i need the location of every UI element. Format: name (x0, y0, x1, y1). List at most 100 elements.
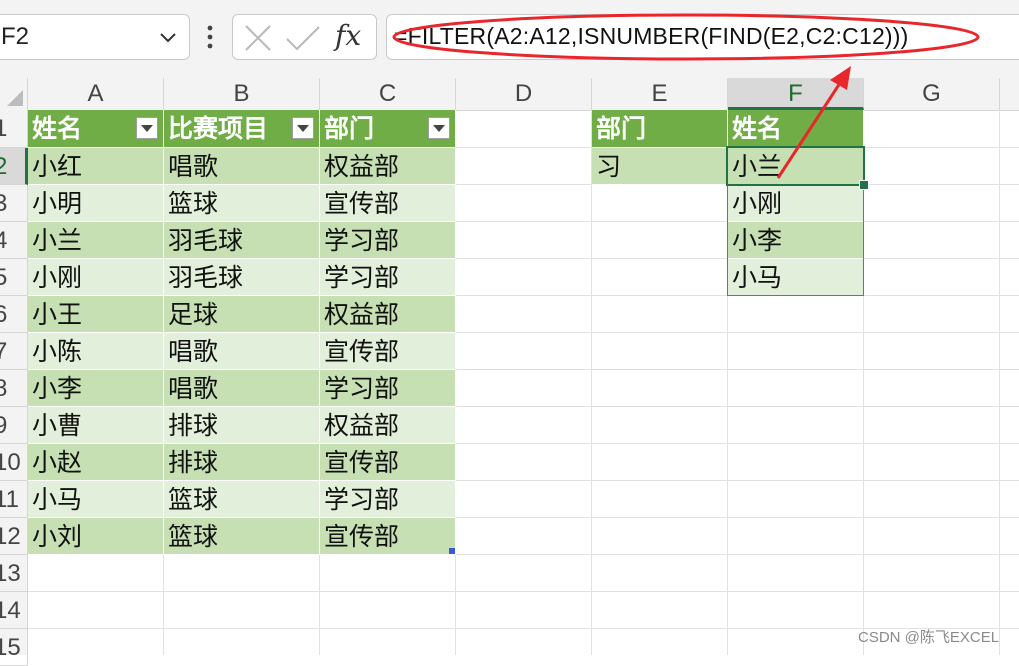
criteria-value-cell[interactable]: 习 (592, 148, 728, 185)
table-cell[interactable]: 小刚 (28, 259, 164, 296)
table-cell[interactable]: 宣传部 (320, 333, 456, 370)
table-cell[interactable]: 小兰 (28, 222, 164, 259)
table-header-cell[interactable]: 部门 (320, 110, 456, 148)
row-header-9[interactable]: 9 (0, 407, 28, 444)
row-header-7[interactable]: 7 (0, 333, 28, 370)
table-cell[interactable]: 唱歌 (164, 148, 320, 185)
filter-dropdown-icon[interactable] (292, 117, 314, 139)
table-cell[interactable]: 排球 (164, 444, 320, 481)
more-options-icon[interactable] (203, 20, 217, 54)
table-cell[interactable]: 权益部 (320, 296, 456, 333)
formula-text: =FILTER(A2:A12,ISNUMBER(FIND(E2,C2:C12))… (394, 23, 909, 49)
fill-handle[interactable] (859, 180, 869, 190)
filter-dropdown-icon[interactable] (136, 117, 158, 139)
row-headers: 123456789101112131415 (0, 110, 28, 666)
table-cell[interactable]: 权益部 (320, 407, 456, 444)
row-header-1[interactable]: 1 (0, 110, 28, 148)
table-cell[interactable]: 小赵 (28, 444, 164, 481)
gridline-horizontal (28, 591, 1019, 592)
table-cell-text: 学习部 (324, 485, 400, 514)
column-header-G[interactable]: G (864, 78, 1000, 110)
result-cell[interactable]: 小马 (728, 259, 864, 296)
table-cell[interactable]: 足球 (164, 296, 320, 333)
insert-function-icon[interactable]: fx (335, 19, 361, 52)
table-cell[interactable]: 权益部 (320, 148, 456, 185)
formula-bar-area: F2 fx =FILTER(A2:A12,ISNUMBER(FIND(E2,C2… (0, 0, 1019, 78)
filter-dropdown-icon[interactable] (428, 117, 450, 139)
table-cell-text: 篮球 (168, 189, 219, 218)
row-header-4[interactable]: 4 (0, 222, 28, 259)
formula-buttons: fx (232, 14, 377, 60)
table-cell[interactable]: 羽毛球 (164, 259, 320, 296)
table-cell[interactable]: 唱歌 (164, 333, 320, 370)
column-header-A[interactable]: A (28, 78, 164, 110)
row-header-3[interactable]: 3 (0, 185, 28, 222)
criteria-value-cell-text: 习 (596, 152, 622, 181)
row-header-12[interactable]: 12 (0, 518, 28, 555)
table-cell[interactable]: 小马 (28, 481, 164, 518)
column-header-B[interactable]: B (164, 78, 320, 110)
column-header-C[interactable]: C (320, 78, 456, 110)
row-header-8[interactable]: 8 (0, 370, 28, 407)
table-cell[interactable]: 唱歌 (164, 370, 320, 407)
table-cell-text: 宣传部 (324, 448, 400, 477)
table-header-cell[interactable]: 比赛项目 (164, 110, 320, 148)
result-header-cell[interactable]: 姓名 (728, 110, 864, 148)
row-header-2[interactable]: 2 (0, 148, 28, 185)
table-cell[interactable]: 小陈 (28, 333, 164, 370)
select-all-corner[interactable] (0, 78, 28, 110)
table-cell[interactable]: 学习部 (320, 481, 456, 518)
table-cell[interactable]: 小王 (28, 296, 164, 333)
gridline-vertical (591, 110, 592, 655)
result-cell[interactable]: 小刚 (728, 185, 864, 222)
table-cell[interactable]: 学习部 (320, 222, 456, 259)
row-header-10[interactable]: 10 (0, 444, 28, 481)
table-cell[interactable]: 学习部 (320, 370, 456, 407)
table-cell[interactable]: 小明 (28, 185, 164, 222)
table-cell-text: 宣传部 (324, 189, 400, 218)
result-cell-text: 小李 (732, 226, 783, 255)
row-header-5[interactable]: 5 (0, 259, 28, 296)
cell-area[interactable]: 姓名 比赛项目 部门 小红 唱歌 权益部 小明 篮球 宣传部 小兰 羽毛球 学习部 小刚 羽毛球 学习部 小王… (28, 110, 1019, 655)
table-cell[interactable]: 排球 (164, 407, 320, 444)
cancel-icon[interactable] (243, 23, 273, 53)
table-cell[interactable]: 学习部 (320, 259, 456, 296)
result-cell[interactable]: 小兰 (728, 148, 864, 185)
table-cell[interactable]: 小曹 (28, 407, 164, 444)
table-cell[interactable]: 篮球 (164, 518, 320, 555)
row-header-11[interactable]: 11 (0, 481, 28, 518)
table-cell[interactable]: 宣传部 (320, 518, 456, 555)
table-cell-text: 小赵 (32, 448, 83, 477)
chevron-down-icon[interactable] (157, 26, 179, 48)
result-cell[interactable]: 小李 (728, 222, 864, 259)
table-resize-handle[interactable] (449, 548, 455, 554)
table-cell[interactable]: 小红 (28, 148, 164, 185)
table-header-cell[interactable]: 姓名 (28, 110, 164, 148)
table-cell[interactable]: 篮球 (164, 185, 320, 222)
criteria-header-cell[interactable]: 部门 (592, 110, 728, 148)
column-header-D[interactable]: D (456, 78, 592, 110)
column-header-E[interactable]: E (592, 78, 728, 110)
table-cell-text: 排球 (168, 411, 219, 440)
table-cell-text: 小陈 (32, 337, 83, 366)
table-cell[interactable]: 小刘 (28, 518, 164, 555)
row-header-14[interactable]: 14 (0, 592, 28, 629)
table-cell[interactable]: 小李 (28, 370, 164, 407)
table-cell[interactable]: 羽毛球 (164, 222, 320, 259)
table-cell-text: 权益部 (324, 152, 400, 181)
formula-input[interactable]: =FILTER(A2:A12,ISNUMBER(FIND(E2,C2:C12))… (386, 14, 1019, 60)
enter-check-icon[interactable] (285, 23, 321, 53)
table-cell-text: 学习部 (324, 263, 400, 292)
table-cell[interactable]: 篮球 (164, 481, 320, 518)
row-header-15[interactable]: 15 (0, 629, 28, 666)
column-header-F[interactable]: F (728, 78, 864, 110)
table-cell-text: 唱歌 (168, 337, 219, 366)
table-cell[interactable]: 宣传部 (320, 444, 456, 481)
table-cell-text: 小明 (32, 189, 83, 218)
table-cell-text: 羽毛球 (168, 226, 244, 255)
row-header-6[interactable]: 6 (0, 296, 28, 333)
table-cell[interactable]: 宣传部 (320, 185, 456, 222)
row-header-13[interactable]: 13 (0, 555, 28, 592)
table-cell-text: 小刚 (32, 263, 83, 292)
name-box[interactable]: F2 (0, 14, 190, 60)
